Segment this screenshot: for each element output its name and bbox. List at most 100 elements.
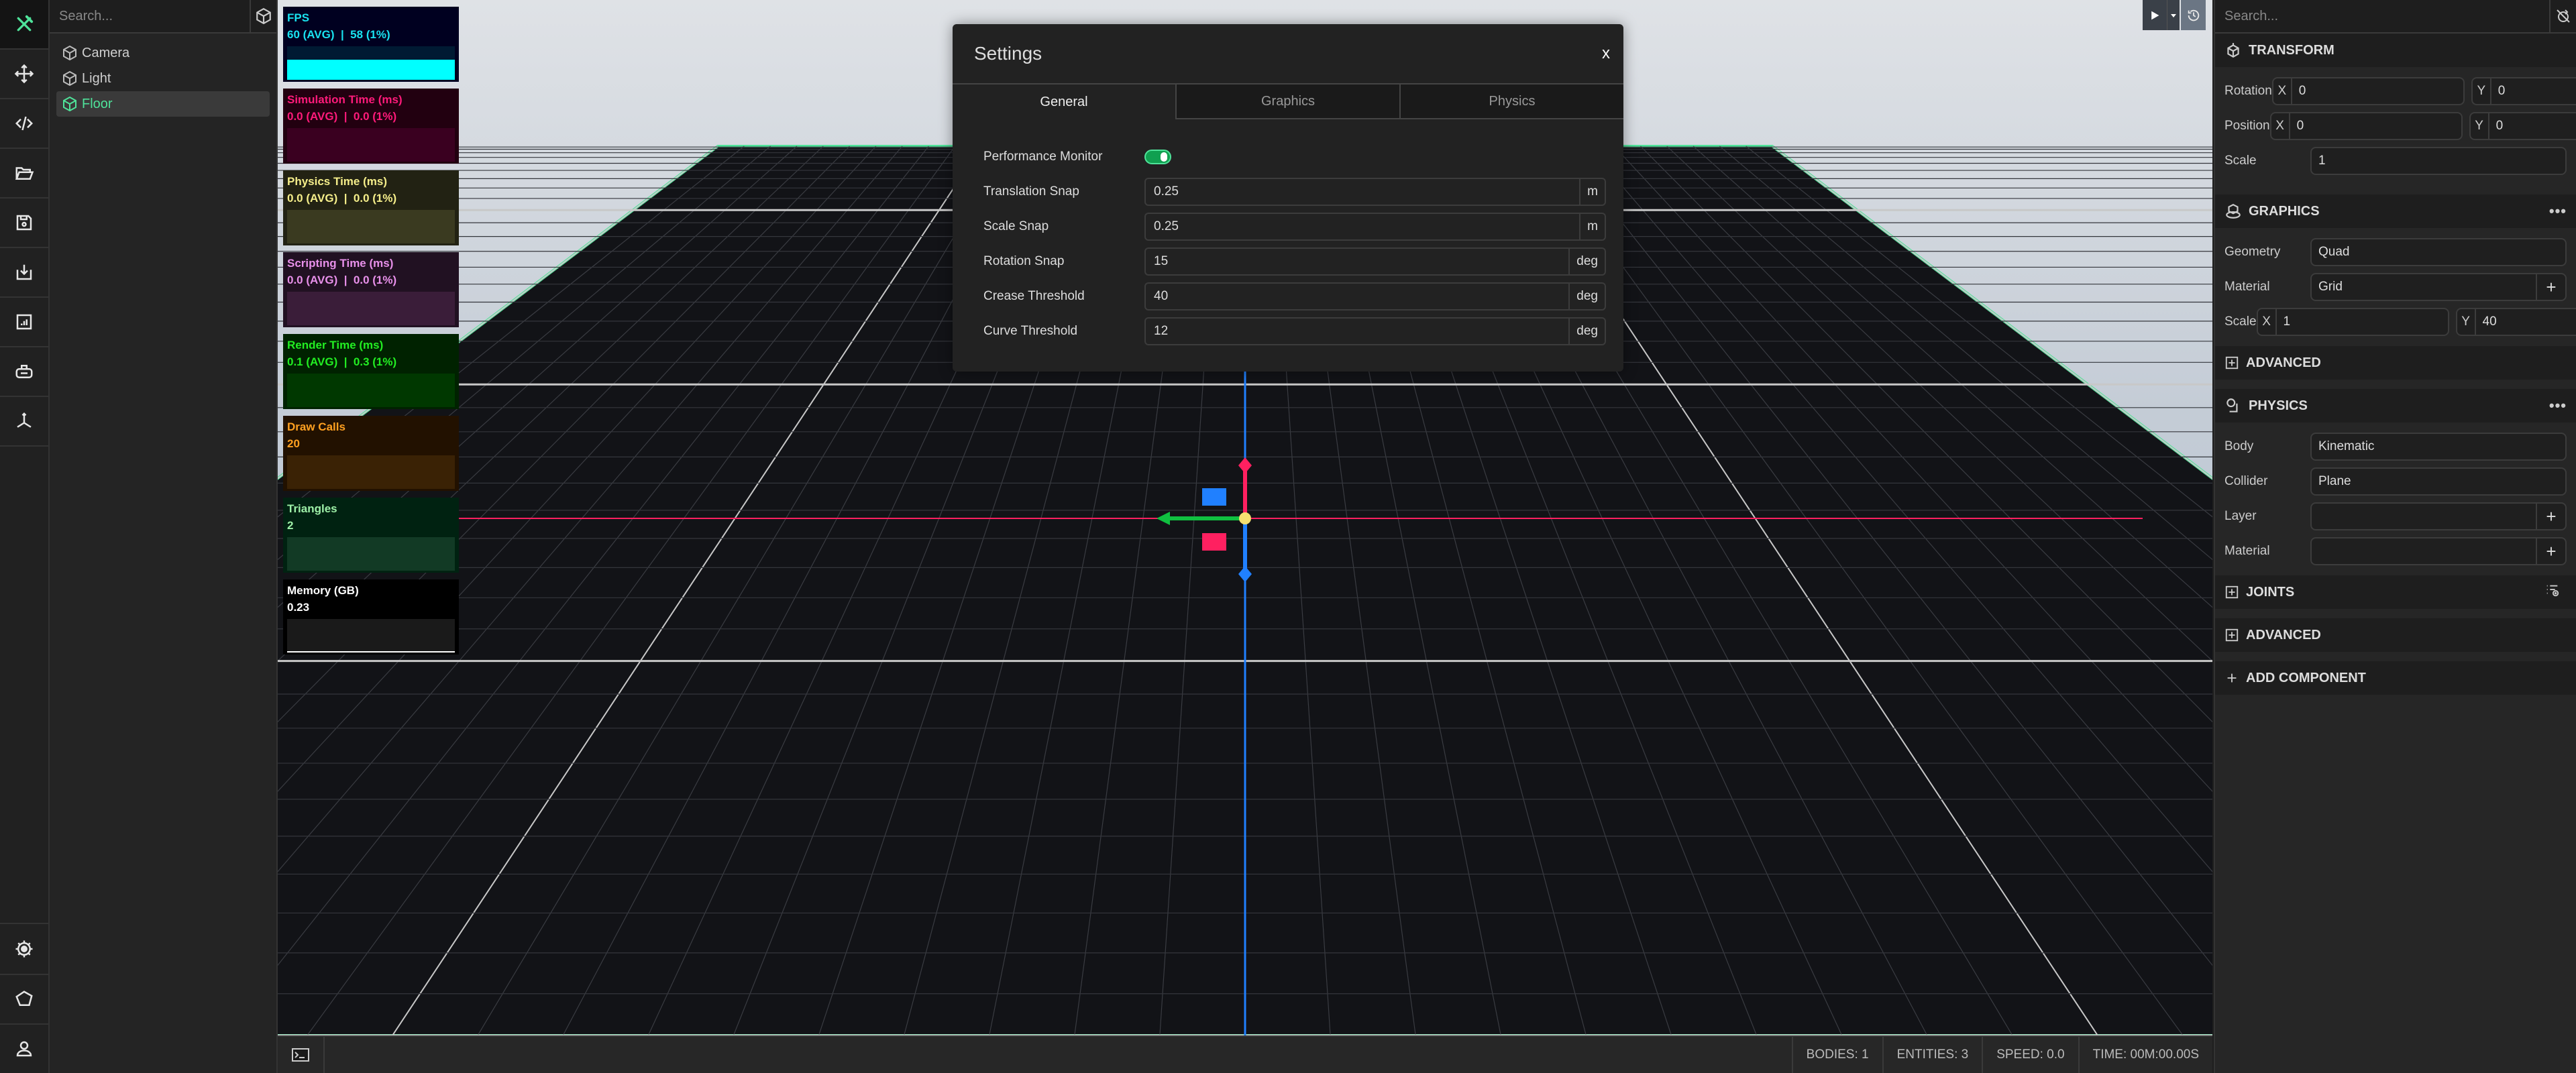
material-select[interactable]: [2312, 274, 2536, 300]
physics-icon: [2226, 398, 2238, 412]
graphics-scale-x-input[interactable]: [2276, 309, 2448, 335]
perf-value: 60 (AVG) | 58 (1%): [287, 28, 390, 41]
code-button[interactable]: [0, 99, 48, 149]
move-tool-button[interactable]: [0, 50, 48, 99]
polygon-icon: [15, 991, 33, 1006]
inspector-search-input[interactable]: [2215, 0, 2549, 32]
visibility-toggle-button[interactable]: [2549, 0, 2576, 32]
physics-more-button[interactable]: •••: [2549, 397, 2567, 414]
settings-body: Performance Monitor Translation SnapmSca…: [953, 119, 1623, 349]
rotation-x-field: X: [2271, 77, 2465, 105]
graphics-advanced-header[interactable]: ADVANCED: [2215, 346, 2576, 380]
rotation-x-input[interactable]: [2292, 78, 2463, 104]
playback-controls: [2143, 0, 2206, 30]
import-icon: [16, 264, 32, 280]
settings-dialog: Settings x General Graphics Physics Perfor…: [953, 24, 1623, 372]
logo-button[interactable]: [0, 0, 48, 50]
perf-panel: Scripting Time (ms) 0.0 (AVG) | 0.0 (1%): [283, 252, 459, 327]
add-material-button[interactable]: +: [2536, 274, 2565, 300]
add-joint-button[interactable]: [2545, 583, 2567, 602]
account-button[interactable]: [0, 1023, 48, 1073]
layer-row: Layer +: [2224, 499, 2567, 534]
vr-button[interactable]: [0, 347, 48, 397]
perf-value: 0.1 (AVG) | 0.3 (1%): [287, 355, 397, 368]
geometry-button[interactable]: [0, 974, 48, 1023]
tree-item-light[interactable]: Light: [56, 66, 270, 91]
expand-icon: [2225, 628, 2239, 642]
physics-advanced-header[interactable]: ADVANCED: [2215, 618, 2576, 652]
tree-item-floor[interactable]: Floor: [56, 91, 270, 117]
body-select[interactable]: [2312, 434, 2565, 459]
settings-button[interactable]: [0, 924, 48, 974]
crease-threshold-unit: deg: [1568, 284, 1605, 309]
history-button[interactable]: [2181, 0, 2206, 30]
rotation-snap-input[interactable]: [1146, 249, 1569, 274]
scale-row: Scale: [2224, 144, 2567, 178]
import-button[interactable]: [0, 248, 48, 298]
add-physics-material-button[interactable]: +: [2536, 539, 2565, 564]
performance-monitor: FPS 60 (AVG) | 58 (1%) Simulation Time (ms…: [283, 7, 459, 661]
crease-threshold-input[interactable]: [1146, 284, 1569, 309]
scale-snap-input[interactable]: [1146, 214, 1580, 239]
graphics-title: GRAPHICS: [2249, 203, 2320, 219]
perf-title: FPS: [287, 11, 310, 24]
open-button[interactable]: [0, 149, 48, 199]
perf-graph: [287, 46, 455, 80]
settings-title: Settings: [974, 43, 1042, 64]
play-options-dropdown[interactable]: [2167, 0, 2180, 30]
joints-header[interactable]: JOINTS: [2215, 575, 2576, 609]
perf-graph-fill: [287, 60, 455, 80]
add-layer-button[interactable]: +: [2536, 504, 2565, 529]
layer-select[interactable]: [2312, 504, 2536, 529]
scene-tree: Camera Light Floor: [50, 34, 276, 123]
collider-field: [2310, 467, 2567, 496]
layer-label: Layer: [2224, 509, 2257, 523]
add-entity-button[interactable]: [250, 0, 276, 32]
transform-section-header[interactable]: TRANSFORM: [2215, 34, 2576, 67]
axis-label: Y: [2457, 309, 2476, 335]
graphics-section-header[interactable]: GRAPHICS •••: [2215, 194, 2576, 228]
graphics-more-button[interactable]: •••: [2549, 203, 2567, 220]
scene-search-row: [50, 0, 276, 34]
scale-input[interactable]: [2312, 148, 2565, 174]
tab-graphics[interactable]: Graphics: [1175, 84, 1399, 119]
settings-fields: Translation Snap m Scale Snap m Rotation Sna…: [983, 174, 1606, 349]
hidden-sync-icon: [2557, 9, 2570, 23]
scene-hierarchy-panel: Camera Light Floor: [50, 0, 278, 1073]
gear-icon: [15, 940, 33, 958]
collider-select[interactable]: [2312, 469, 2565, 494]
console-button[interactable]: [278, 1037, 325, 1073]
geometry-select[interactable]: [2312, 239, 2565, 265]
joints-title: JOINTS: [2246, 584, 2295, 600]
rotation-y-input[interactable]: [2491, 78, 2576, 104]
graphics-scale-y-input[interactable]: [2475, 309, 2576, 335]
scale-snap-label: Scale Snap: [983, 219, 1049, 233]
left-toolbar: [0, 0, 50, 1073]
translation-snap-input[interactable]: [1146, 179, 1580, 205]
add-component-button[interactable]: ADD COMPONENT: [2215, 661, 2576, 695]
scene-search-input[interactable]: [50, 0, 250, 32]
list-add-icon: [2546, 585, 2559, 597]
caret-down-icon: [2171, 13, 2176, 17]
performance-monitor-toggle[interactable]: [1144, 150, 1171, 164]
tree-item-camera[interactable]: Camera: [56, 40, 270, 66]
stats-button[interactable]: [0, 298, 48, 347]
translation-snap-label: Translation Snap: [983, 184, 1079, 199]
tab-physics[interactable]: Physics: [1399, 84, 1623, 119]
position-x-input[interactable]: [2290, 113, 2461, 139]
physics-material-select[interactable]: [2312, 539, 2536, 564]
close-button[interactable]: x: [1602, 44, 1610, 63]
save-button[interactable]: [0, 199, 48, 248]
crease-threshold-label: Crease Threshold: [983, 289, 1085, 303]
user-icon: [16, 1041, 32, 1057]
curve-threshold-input[interactable]: [1146, 319, 1569, 344]
tab-general[interactable]: General: [953, 84, 1175, 119]
play-button[interactable]: [2143, 0, 2167, 30]
scale-snap-unit: m: [1579, 214, 1605, 239]
position-y-input[interactable]: [2489, 113, 2576, 139]
axes-button[interactable]: [0, 397, 48, 447]
body-field: [2310, 433, 2567, 461]
physics-section-header[interactable]: PHYSICS •••: [2215, 389, 2576, 422]
add-component-label: ADD COMPONENT: [2246, 670, 2366, 685]
perf-panel: Physics Time (ms) 0.0 (AVG) | 0.0 (1%): [283, 170, 459, 245]
